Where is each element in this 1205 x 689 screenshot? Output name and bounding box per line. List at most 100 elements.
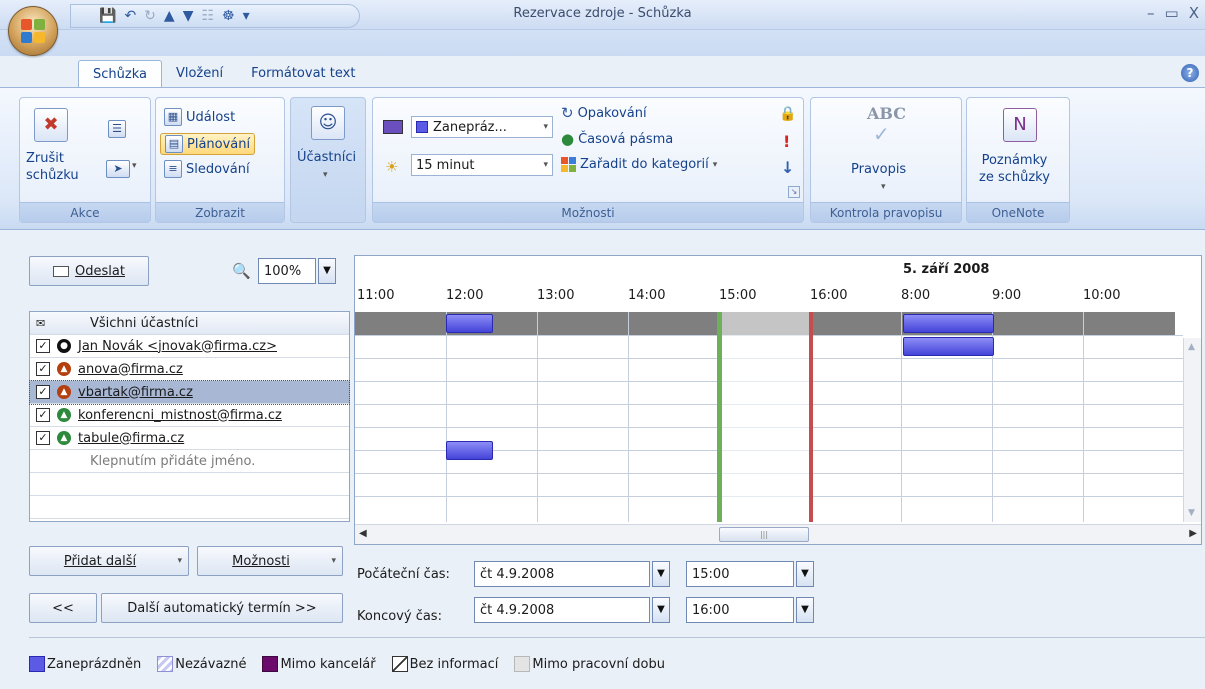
vertical-scrollbar[interactable]: ▲ ▼ — [1183, 338, 1201, 522]
attendee-row[interactable]: ✓ ▲ konferencni_mistnost@firma.cz — [30, 404, 349, 427]
attendees-icon: ☺ — [311, 106, 345, 140]
attendee-checkbox[interactable]: ✓ — [36, 339, 50, 353]
group-ucastnici: ☺ Účastníci ▾ — [290, 97, 366, 223]
attendee-name[interactable]: tabule@firma.cz — [78, 431, 184, 446]
attendee-row-selected[interactable]: ✓ ▲ vbartak@firma.cz — [29, 380, 350, 405]
high-importance-icon[interactable]: ! — [783, 132, 790, 151]
attendee-name[interactable]: vbartak@firma.cz — [78, 385, 193, 400]
group-label-akce: Akce — [20, 202, 150, 222]
legend-label: Bez informací — [409, 656, 499, 672]
attendees-button[interactable]: Účastníci — [297, 150, 356, 165]
attendee-name[interactable]: konferencni_mistnost@firma.cz — [78, 408, 282, 423]
out-of-office-swatch-icon — [262, 656, 279, 672]
end-time-dropdown[interactable]: ▼ — [796, 597, 814, 623]
view-event-button[interactable]: ▦ Událost — [164, 108, 235, 126]
private-lock-icon[interactable]: 🔒 — [779, 106, 796, 122]
ribbon-tabs: Schůzka Vložení Formátovat text — [78, 60, 369, 88]
attendee-checkbox[interactable]: ✓ — [36, 408, 50, 422]
required-attendee-icon: ▲ — [57, 362, 71, 376]
minimize-button[interactable]: – — [1147, 4, 1155, 22]
meeting-notes-button[interactable]: Poznámky ze schůzky — [979, 152, 1050, 186]
scroll-thumb[interactable]: ||| — [719, 527, 809, 542]
check-names-icon[interactable]: ☸ — [222, 7, 235, 25]
attendee-name[interactable]: Jan Novák <jnovak@firma.cz> — [78, 339, 277, 354]
attendees-dropdown-icon[interactable]: ▾ — [323, 170, 328, 180]
horizontal-scrollbar[interactable]: ◀ ||| ▶ — [355, 524, 1201, 544]
show-as-combo[interactable]: Zanepráz... ▾ — [411, 116, 553, 138]
attendee-row[interactable]: ✓ ▲ anova@firma.cz — [30, 358, 349, 381]
busy-block — [903, 314, 994, 333]
meeting-notes-label-2: ze schůzky — [979, 170, 1050, 185]
cancel-meeting-button[interactable]: Zrušit schůzku — [26, 150, 79, 184]
send-button[interactable]: Odeslat — [29, 256, 149, 286]
customize-qat-icon[interactable]: ▾ — [243, 7, 250, 25]
add-others-label: Přidat další — [63, 553, 137, 569]
help-icon[interactable]: ? — [1181, 64, 1199, 82]
maximize-button[interactable]: ▭ — [1165, 4, 1179, 22]
end-time-label: Koncový čas: — [357, 609, 442, 624]
attendee-row[interactable]: ✓ ▲ tabule@firma.cz — [30, 427, 349, 450]
spelling-button[interactable]: Pravopis — [851, 162, 906, 177]
tab-formatovat-text[interactable]: Formátovat text — [237, 60, 369, 88]
previous-autopick-button[interactable]: << — [29, 593, 97, 623]
forward-dropdown-icon[interactable]: ▾ — [132, 161, 137, 171]
start-time-field[interactable]: 15:00 — [686, 561, 794, 587]
categorize-button[interactable]: Zařadit do kategorií ▾ — [561, 157, 717, 172]
reminder-combo[interactable]: 15 minut ▾ — [411, 154, 553, 176]
spelling-dropdown-icon[interactable]: ▾ — [881, 182, 886, 192]
scroll-up-icon[interactable]: ▲ — [1188, 342, 1195, 352]
attendee-checkbox[interactable]: ✓ — [36, 362, 50, 376]
add-attendee-prompt: Klepnutím přidáte jméno. — [90, 453, 256, 469]
checkmark-icon: ✓ — [873, 122, 890, 146]
end-time-marker[interactable] — [809, 312, 813, 522]
chevron-down-icon: ▾ — [177, 556, 182, 566]
attendee-row[interactable]: ✓ ● Jan Novák <jnovak@firma.cz> — [30, 335, 349, 358]
attendee-name[interactable]: anova@firma.cz — [78, 362, 183, 377]
zoom-dropdown-button[interactable]: ▼ — [318, 258, 336, 284]
end-time-field[interactable]: 16:00 — [686, 597, 794, 623]
reminder-bell-icon: ☀ — [385, 158, 399, 176]
tab-vlozeni[interactable]: Vložení — [162, 60, 237, 88]
options-button[interactable]: Možnosti ▾ — [197, 546, 343, 576]
start-time-dropdown[interactable]: ▼ — [796, 561, 814, 587]
redo-icon[interactable]: ↻ — [144, 7, 156, 25]
zoom-field[interactable]: 100% — [258, 258, 316, 284]
scroll-down-icon[interactable]: ▼ — [1188, 508, 1195, 518]
scroll-left-icon[interactable]: ◀ — [359, 528, 367, 539]
view-tracking-button[interactable]: ≡ Sledování — [164, 160, 250, 178]
add-others-button[interactable]: Přidat další ▾ — [29, 546, 189, 576]
tab-schuzka[interactable]: Schůzka — [78, 60, 162, 88]
end-date-dropdown[interactable]: ▼ — [652, 597, 670, 623]
start-time-marker[interactable] — [717, 312, 722, 522]
hour-label: 10:00 — [1083, 288, 1121, 303]
undo-icon[interactable]: ↶ — [124, 7, 136, 25]
forward-icon[interactable]: ➤ — [106, 160, 130, 178]
close-button[interactable]: X — [1189, 4, 1199, 22]
end-date-field[interactable]: čt 4.9.2008 — [474, 597, 650, 623]
add-attendee-row[interactable]: Klepnutím přidáte jméno. — [30, 450, 349, 473]
timezones-button[interactable]: ● Časová pásma — [561, 130, 673, 148]
next-autopick-button[interactable]: Další automatický termín >> — [101, 593, 343, 623]
view-scheduling-button[interactable]: ▤ Plánování — [160, 133, 256, 155]
start-date-dropdown[interactable]: ▼ — [652, 561, 670, 587]
recurrence-button[interactable]: ↻ Opakování — [561, 104, 647, 122]
low-importance-icon[interactable]: ↓ — [781, 158, 794, 177]
hour-label: 13:00 — [537, 288, 575, 303]
save-icon[interactable]: 💾 — [99, 7, 116, 25]
attendee-checkbox[interactable]: ✓ — [36, 385, 50, 399]
next-item-icon[interactable]: ▼ — [183, 7, 194, 25]
grid-line — [446, 312, 447, 522]
scroll-right-icon[interactable]: ▶ — [1189, 528, 1197, 539]
categories-icon — [561, 157, 576, 172]
previous-item-icon[interactable]: ▲ — [164, 7, 175, 25]
view-tracking-label: Sledování — [186, 161, 250, 177]
start-date-field[interactable]: čt 4.9.2008 — [474, 561, 650, 587]
options-dialog-launcher[interactable]: ↘ — [788, 186, 800, 198]
meeting-time-selection[interactable] — [721, 312, 811, 522]
address-book-icon[interactable]: ☰ — [108, 120, 126, 138]
attendee-checkbox[interactable]: ✓ — [36, 431, 50, 445]
busy-swatch-icon — [29, 656, 45, 672]
recurrence-icon: ↻ — [561, 104, 574, 122]
free-busy-grid[interactable]: 5. září 2008 11:00 12:00 13:00 14:00 15:… — [354, 255, 1202, 545]
address-book-icon[interactable]: ☷ — [201, 7, 214, 25]
